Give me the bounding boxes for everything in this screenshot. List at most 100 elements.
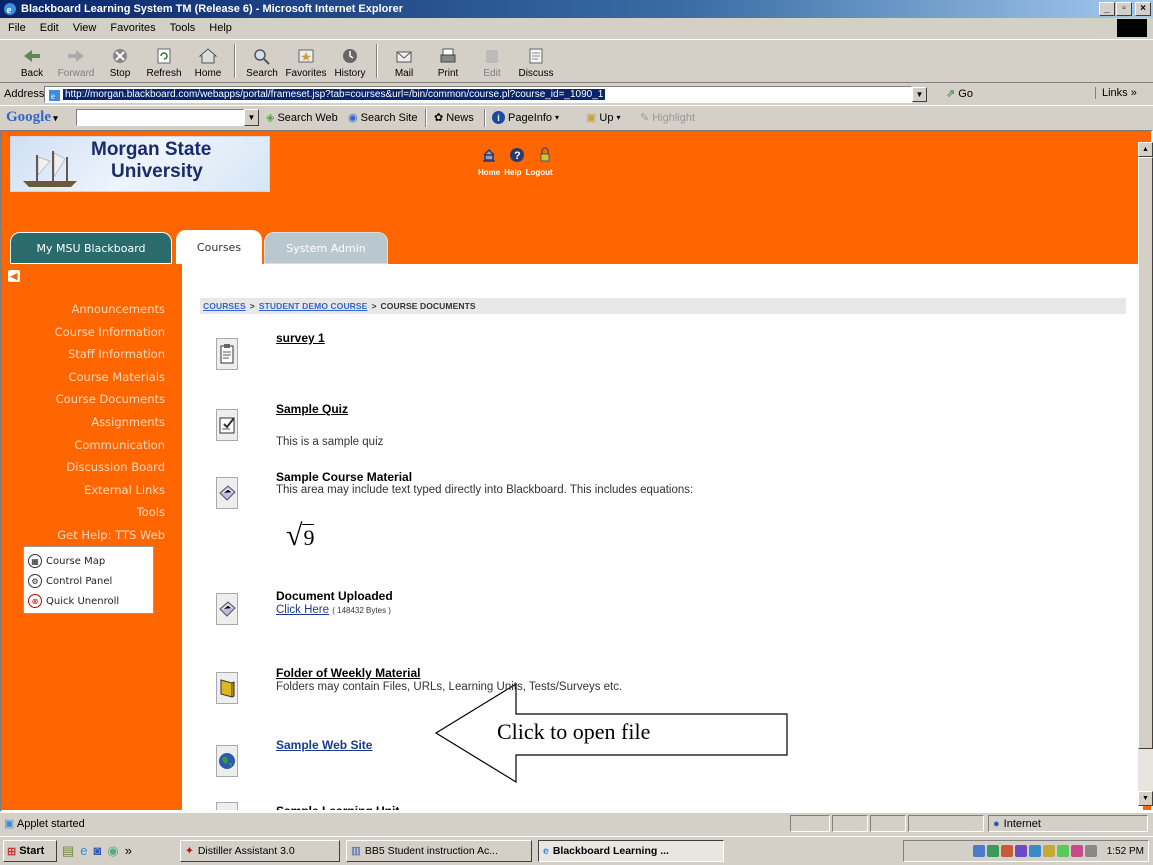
tray-app-icon[interactable] <box>1000 845 1013 857</box>
vertical-scrollbar[interactable]: ▲ ▼ <box>1138 142 1153 806</box>
item-title-quiz[interactable]: Sample Quiz <box>276 402 348 416</box>
task-distiller-assistant[interactable]: ✦ Distiller Assistant 3.0 <box>180 840 340 862</box>
item-title-survey[interactable]: survey 1 <box>276 331 325 345</box>
tray-app-icon[interactable] <box>1028 845 1041 857</box>
tray-network-icon[interactable] <box>972 845 985 857</box>
home-link[interactable]: Home <box>478 168 500 177</box>
up-button[interactable]: ▣ Up ▾ <box>586 111 620 125</box>
nav-announcements[interactable]: Announcements <box>0 298 170 321</box>
edit-button[interactable]: Edit <box>470 40 514 82</box>
radical-sign: √ <box>286 519 303 552</box>
forward-arrow-icon <box>65 46 87 66</box>
tray-app-icon[interactable] <box>1070 845 1083 857</box>
nav-external-links[interactable]: External Links <box>0 479 170 502</box>
tray-app-icon[interactable] <box>1056 845 1069 857</box>
search-site-label: Search Site <box>360 111 418 124</box>
go-button[interactable]: ⇗ Go <box>946 87 973 100</box>
favorites-button[interactable]: Favorites <box>284 40 328 82</box>
back-button[interactable]: Back <box>10 40 54 82</box>
history-button[interactable]: History <box>328 40 372 82</box>
google-search-input[interactable] <box>76 109 244 126</box>
search-site-button[interactable]: ◉ Search Site <box>348 111 418 125</box>
nav-course-documents[interactable]: Course Documents <box>0 388 170 411</box>
print-button[interactable]: Print <box>426 40 470 82</box>
address-url[interactable]: http://morgan.blackboard.com/webapps/por… <box>63 89 606 100</box>
nav-assignments[interactable]: Assignments <box>0 411 170 434</box>
start-button[interactable]: ⊞ Start <box>3 840 57 862</box>
pageinfo-button[interactable]: i PageInfo ▾ <box>492 111 559 124</box>
course-map-link[interactable]: ▦ Course Map <box>28 551 153 571</box>
university-logo[interactable]: Morgan State University <box>10 136 270 192</box>
maximize-button[interactable]: ▫ <box>1116 2 1132 16</box>
home-button[interactable]: Home <box>186 40 230 82</box>
mail-icon <box>393 46 415 66</box>
control-panel-link[interactable]: ⚙ Control Panel <box>28 571 153 591</box>
google-logo[interactable]: Google ▾ <box>6 109 58 126</box>
task-bb5-student-instruction[interactable]: ▥ BB5 Student instruction Ac... <box>346 840 532 862</box>
clock[interactable]: 1:52 PM <box>1107 846 1144 857</box>
menu-file[interactable]: File <box>8 22 26 34</box>
logout-lock-icon[interactable] <box>536 146 554 164</box>
scroll-thumb[interactable] <box>1138 157 1153 749</box>
tray-antivirus-icon[interactable] <box>986 845 999 857</box>
channels-icon[interactable]: ◉ <box>107 843 118 859</box>
nav-get-help[interactable]: Get Help: TTS Web <box>0 524 170 547</box>
tab-my-msu-blackboard[interactable]: My MSU Blackboard <box>10 232 172 264</box>
quick-unenroll-link[interactable]: ⊗ Quick Unenroll <box>28 591 153 611</box>
tray-app-icon[interactable] <box>1014 845 1027 857</box>
item-title-learning-unit[interactable]: Sample Learning Unit <box>276 804 399 812</box>
minimize-button[interactable]: _ <box>1099 2 1115 16</box>
distiller-icon: ✦ <box>185 845 194 857</box>
home-icon[interactable] <box>480 146 498 164</box>
outlook-icon[interactable]: ◙ <box>94 843 102 859</box>
nav-course-information[interactable]: Course Information <box>0 321 170 344</box>
menu-edit[interactable]: Edit <box>40 22 59 34</box>
address-input[interactable]: e http://morgan.blackboard.com/webapps/p… <box>44 86 912 103</box>
nav-discussion-board[interactable]: Discussion Board <box>0 456 170 479</box>
forward-button[interactable]: Forward <box>54 40 98 82</box>
highlight-button[interactable]: ✎ Highlight <box>640 111 695 125</box>
nav-tools[interactable]: Tools <box>0 501 170 524</box>
search-web-button[interactable]: ◈ Search Web <box>266 111 338 125</box>
desktop-icon[interactable]: ▤ <box>62 843 74 859</box>
page-icon: e <box>49 90 60 101</box>
collapse-menu-icon[interactable]: ◀ <box>8 270 20 282</box>
click-here-link[interactable]: Click Here <box>276 604 329 616</box>
nav-course-materials[interactable]: Course Materials <box>0 366 170 389</box>
breadcrumb-course[interactable]: STUDENT DEMO COURSE <box>259 301 368 311</box>
scroll-up-button[interactable]: ▲ <box>1138 142 1153 157</box>
item-title-folder[interactable]: Folder of Weekly Material <box>276 666 421 680</box>
menu-view[interactable]: View <box>73 22 97 34</box>
breadcrumb-courses[interactable]: COURSES <box>203 301 246 311</box>
menu-tools[interactable]: Tools <box>170 22 196 34</box>
logout-link[interactable]: Logout <box>526 168 553 177</box>
google-search-dropdown[interactable]: ▼ <box>244 109 259 126</box>
address-dropdown-button[interactable]: ▼ <box>912 87 927 102</box>
task-blackboard-learning[interactable]: e Blackboard Learning ... <box>538 840 724 862</box>
tray-app-icon[interactable] <box>1042 845 1055 857</box>
search-button[interactable]: Search <box>240 40 284 82</box>
document-icon <box>216 593 238 625</box>
menu-help[interactable]: Help <box>209 22 232 34</box>
mail-button[interactable]: Mail <box>382 40 426 82</box>
links-button[interactable]: Links » <box>1095 87 1137 99</box>
tray-volume-icon[interactable] <box>1084 845 1097 857</box>
discuss-button[interactable]: Discuss <box>514 40 558 82</box>
forward-label: Forward <box>57 68 95 79</box>
ie-launch-icon[interactable]: e <box>80 843 87 859</box>
nav-communication[interactable]: Communication <box>0 434 170 457</box>
close-button[interactable]: × <box>1135 2 1151 16</box>
window-title-bar: e Blackboard Learning System TM (Release… <box>0 0 1153 18</box>
stop-button[interactable]: Stop <box>98 40 142 82</box>
help-link[interactable]: Help <box>504 168 521 177</box>
tab-courses[interactable]: Courses <box>176 230 262 264</box>
news-button[interactable]: ✿ News <box>434 111 474 125</box>
help-icon[interactable]: ? <box>508 146 526 164</box>
tab-system-admin[interactable]: System Admin <box>264 232 388 264</box>
item-title-web-site[interactable]: Sample Web Site <box>276 738 372 752</box>
scroll-down-button[interactable]: ▼ <box>1138 791 1153 806</box>
nav-staff-information[interactable]: Staff Information <box>0 343 170 366</box>
refresh-button[interactable]: Refresh <box>142 40 186 82</box>
quick-launch-more[interactable]: » <box>125 843 132 859</box>
menu-favorites[interactable]: Favorites <box>110 22 155 34</box>
